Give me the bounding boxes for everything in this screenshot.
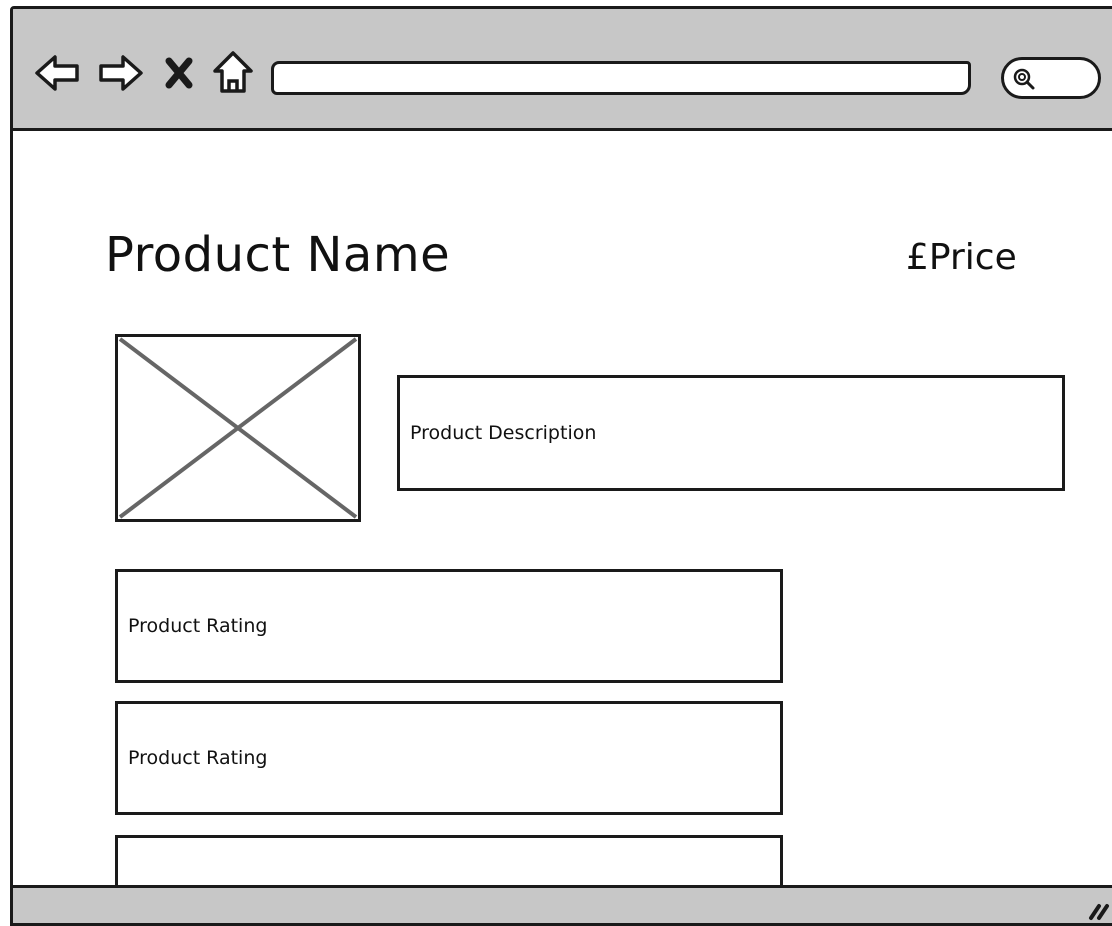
product-rating-box: Product Rating: [115, 701, 783, 815]
browser-window: Product Name £Price Product Description …: [10, 6, 1112, 926]
product-rating-label: Product Rating: [128, 747, 268, 769]
back-arrow-icon: [35, 55, 79, 91]
browser-toolbar: [13, 9, 1112, 131]
address-bar[interactable]: [271, 61, 971, 95]
resize-grip-icon: [1089, 904, 1109, 920]
home-icon: [213, 51, 253, 93]
status-bar: [13, 885, 1112, 923]
search-input[interactable]: [1038, 64, 1098, 94]
forward-arrow-icon: [99, 55, 143, 91]
close-icon: [165, 57, 193, 89]
search-icon: [1013, 68, 1035, 90]
product-price: £Price: [906, 237, 1017, 278]
search-box[interactable]: [1001, 57, 1101, 99]
product-image: [115, 334, 361, 522]
product-description-label: Product Description: [410, 422, 597, 444]
resize-handle[interactable]: [1083, 898, 1112, 922]
product-description-box: Product Description: [397, 375, 1065, 491]
product-rating-label: Product Rating: [128, 615, 268, 637]
back-button[interactable]: [33, 49, 81, 97]
product-rating-box: Product Rating: [115, 569, 783, 683]
forward-button[interactable]: [97, 49, 145, 97]
image-placeholder-icon: [118, 337, 358, 519]
stop-button[interactable]: [159, 49, 199, 97]
product-name: Product Name: [105, 227, 451, 283]
home-button[interactable]: [209, 49, 257, 97]
address-input[interactable]: [274, 64, 968, 92]
